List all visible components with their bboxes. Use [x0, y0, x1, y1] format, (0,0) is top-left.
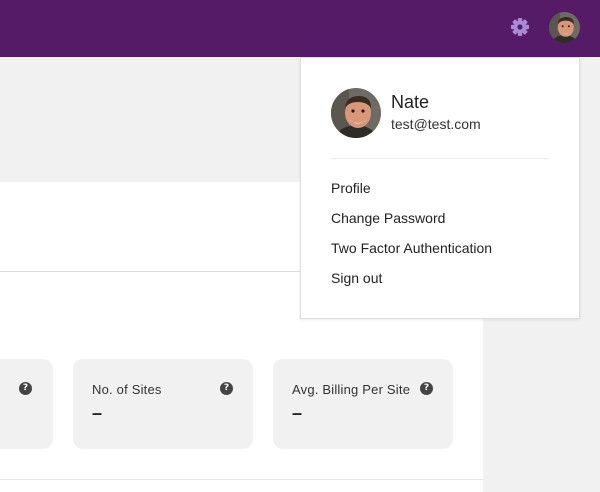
top-bar	[0, 0, 600, 57]
user-avatar	[331, 88, 381, 138]
user-email: test@test.com	[391, 116, 481, 132]
stat-card-label: Avg. Billing Per Site	[292, 382, 411, 397]
stat-card-label: No. of Sites	[92, 382, 162, 397]
user-avatar[interactable]	[549, 12, 580, 43]
content-bottom-divider	[0, 479, 483, 480]
menu-item-sign-out[interactable]: Sign out	[331, 270, 382, 286]
menu-item-profile[interactable]: Profile	[331, 180, 371, 196]
account-menu: Nate test@test.com Profile Change Passwo…	[300, 57, 580, 319]
user-name: Nate	[391, 92, 430, 112]
menu-divider	[331, 158, 549, 159]
stat-card-value: –	[92, 403, 103, 423]
help-icon[interactable]: ?	[220, 382, 233, 395]
menu-item-change-password[interactable]: Change Password	[331, 210, 445, 226]
stat-card: ?	[0, 359, 53, 449]
stat-card-avg-billing: Avg. Billing Per Site ? –	[273, 359, 453, 449]
stat-card-value: –	[292, 403, 303, 423]
help-icon[interactable]: ?	[420, 382, 433, 395]
gear-icon[interactable]	[509, 16, 531, 38]
help-icon[interactable]: ?	[19, 382, 32, 395]
stat-card-sites: No. of Sites ? –	[73, 359, 253, 449]
menu-item-two-factor-auth[interactable]: Two Factor Authentication	[331, 240, 492, 256]
